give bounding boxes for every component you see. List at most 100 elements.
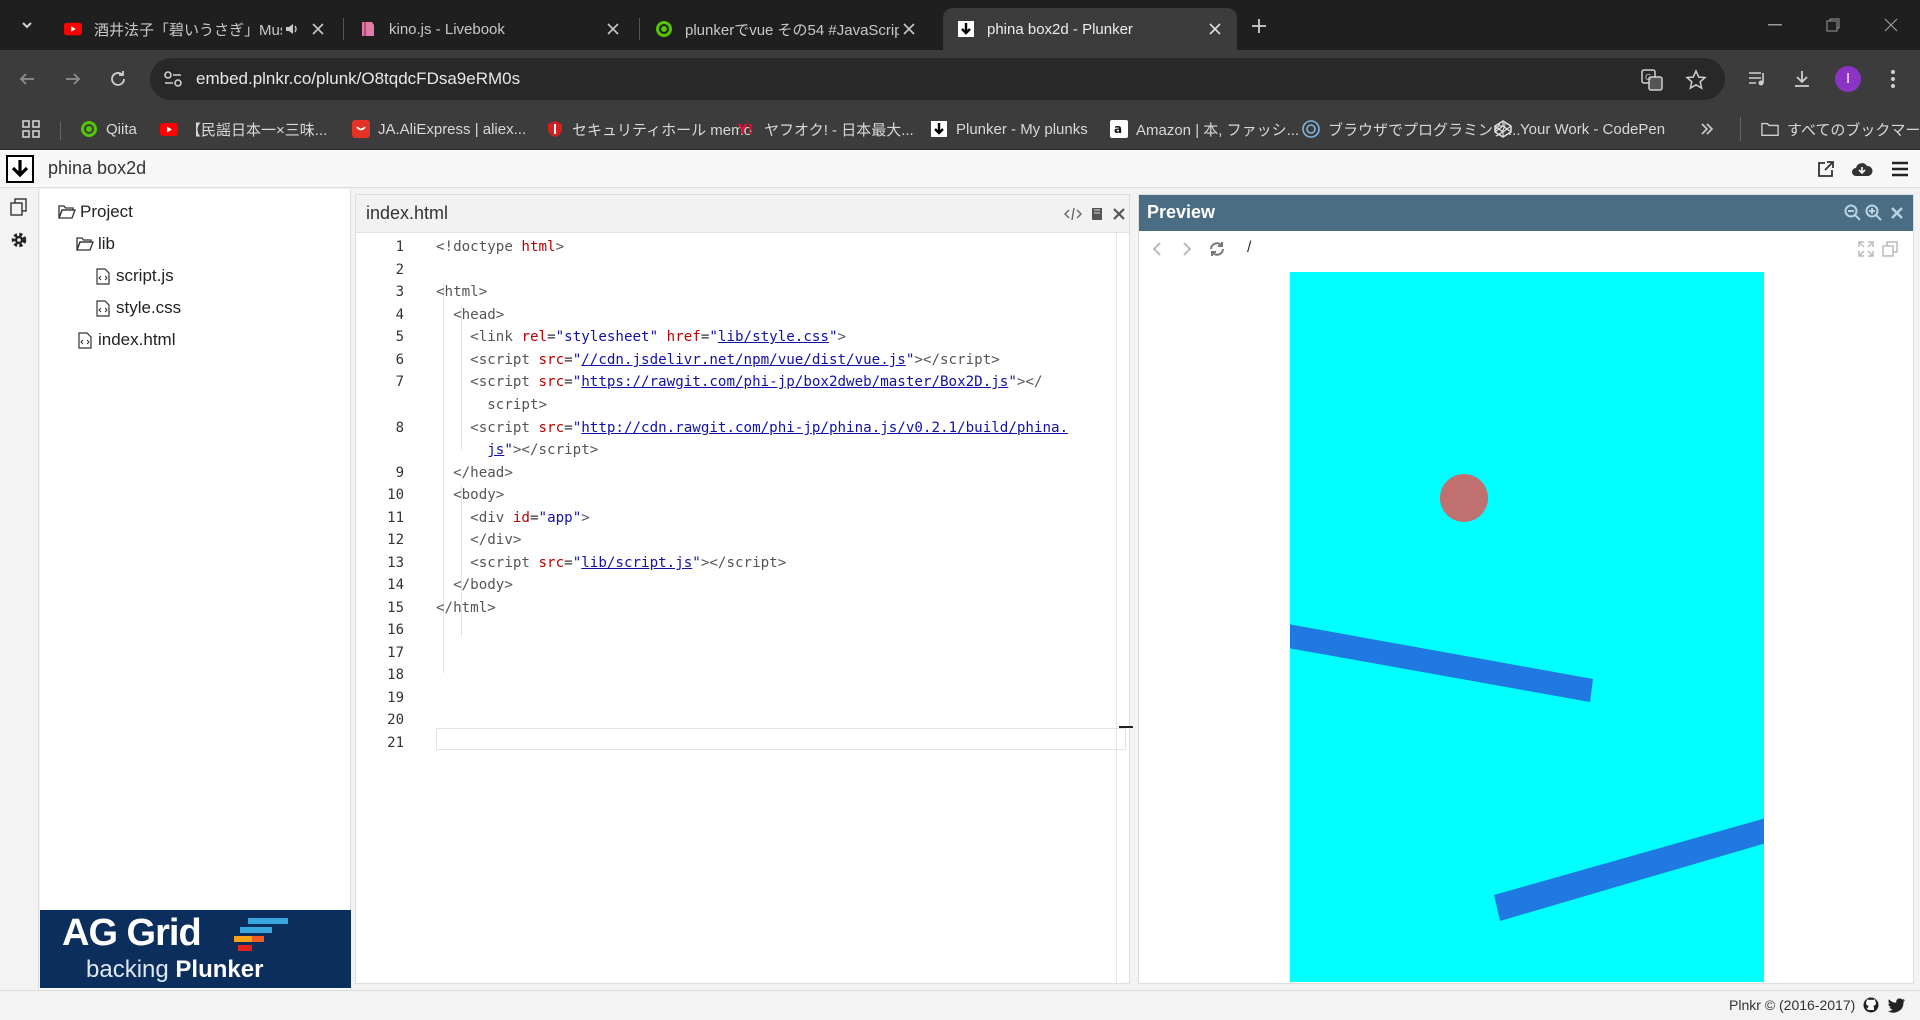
gear-icon[interactable] [8,229,30,251]
bookmarks-overflow-icon[interactable] [1700,117,1714,141]
minimize-icon[interactable] [1760,12,1790,38]
code-line: <link rel="stylesheet" href="lib/style.c… [470,329,847,345]
apps-grid-icon[interactable] [22,117,40,141]
preview-forward-icon[interactable] [1177,239,1197,259]
preview-refresh-icon[interactable] [1207,239,1227,259]
audio-playing-icon[interactable] [282,19,302,39]
preview-back-icon[interactable] [1147,239,1167,259]
download-icon[interactable] [1789,66,1815,92]
tab-youtube[interactable]: 酒井法子「碧いうさぎ」Music Vide [50,8,340,50]
bookmark-codepen[interactable]: Your Work - CodePen [1494,117,1665,141]
address-toolbar: embed.plnkr.co/plunk/O8tqdcFDsa9eRM0s G … [0,50,1920,108]
close-tab-icon[interactable] [1205,19,1225,39]
preview-nav-bar: / [1139,231,1913,267]
code-line: </body> [453,577,513,593]
bookmark-plunker[interactable]: Plunker - My plunks [930,117,1088,141]
line-number: 14 [387,577,404,593]
book-icon[interactable] [1088,205,1106,223]
plunker-icon [957,20,975,38]
code-line: <script src="https://rawgit.com/phi-jp/b… [470,374,1043,390]
bookmark-youtube[interactable]: 【民謡日本一×三味... [160,117,327,141]
close-preview-icon[interactable] [1888,204,1906,222]
bookmark-yahoo-auction[interactable]: Y! ヤフオク! - 日本最大... [738,117,914,141]
tab-livebook[interactable]: kino.js - Livebook [345,8,635,50]
hamburger-menu-icon[interactable] [1889,158,1911,180]
new-tab-plus-icon[interactable] [1247,14,1271,38]
ag-grid-sponsor-ad[interactable]: AG Grid backing Plunker [40,910,351,988]
tab-plunker-active[interactable]: phina box2d - Plunker [943,8,1237,50]
preview-pane: Preview / [1138,194,1914,984]
tab-qiita[interactable]: plunkerでvue その54 #JavaScript [641,8,931,50]
editor-scrollbar[interactable] [1116,233,1117,983]
back-arrow-icon[interactable] [14,66,40,92]
line-number: 18 [387,667,404,683]
preview-path[interactable]: / [1247,239,1251,257]
menu-kebab-icon[interactable] [1880,66,1906,92]
line-number: 11 [387,510,404,526]
browser-tab-bar: 酒井法子「碧いうさぎ」Music Vide kino.js - Livebook… [0,0,1920,50]
close-tab-icon[interactable] [308,19,328,39]
preview-header: Preview [1139,195,1913,231]
bookmarks-bar: Qiita 【民謡日本一×三味... JA.AliExpress | aliex… [0,108,1920,150]
bookmark-browser-programming[interactable]: ブラウザでプログラミング... [1302,117,1521,141]
forward-arrow-icon[interactable] [60,66,86,92]
code-file-icon [76,331,94,349]
code-line: js"></script> [487,442,599,458]
translate-icon[interactable]: G [1640,68,1664,92]
cloud-download-icon[interactable] [1851,158,1873,180]
code-line: </div> [470,532,522,548]
code-line: <script src="http://cdn.rawgit.com/phi-j… [470,420,1069,436]
twitter-icon[interactable] [1888,996,1906,1014]
svg-text:G: G [1645,73,1651,82]
line-number: 6 [395,352,404,368]
aliexpress-icon [352,120,370,138]
github-icon[interactable] [1862,996,1880,1014]
plunker-header: phina box2d [0,150,1920,188]
profile-avatar[interactable]: I [1835,66,1861,92]
line-number: 10 [387,487,404,503]
url-text[interactable]: embed.plnkr.co/plunk/O8tqdcFDsa9eRM0s [196,69,520,89]
zoom-out-icon[interactable] [1844,204,1862,222]
bookmark-star-icon[interactable] [1684,68,1708,92]
site-settings-icon[interactable] [162,68,184,90]
physics-canvas[interactable] [1290,272,1764,982]
tree-folder-lib[interactable]: lib [76,234,115,254]
popout-window-icon[interactable] [1880,239,1900,259]
shield-icon [546,120,564,138]
close-tab-icon[interactable] [899,19,919,39]
restore-icon[interactable] [1818,12,1848,38]
open-external-icon[interactable] [1815,158,1837,180]
fullscreen-icon[interactable] [1856,239,1876,259]
tree-file-style-css[interactable]: style.css [94,298,181,318]
svg-text:Y!: Y! [738,123,753,137]
amazon-icon: a [1110,120,1128,138]
reload-icon[interactable] [105,66,131,92]
line-number: 20 [387,712,404,728]
bookmark-aliexpress[interactable]: JA.AliExpress | aliex... [352,117,526,141]
tree-folder-project[interactable]: Project [58,202,133,222]
code-view-icon[interactable] [1064,205,1082,223]
files-copy-icon[interactable] [8,196,30,218]
tab-title: plunkerでvue その54 #JavaScript [685,21,899,39]
bookmark-security-memo[interactable]: セキュリティホール memo [546,117,752,141]
close-window-icon[interactable] [1876,12,1906,38]
bookmark-qiita[interactable]: Qiita [80,117,137,141]
media-queue-icon[interactable] [1745,66,1771,92]
zoom-in-icon[interactable] [1865,204,1883,222]
qiita-icon [655,20,673,38]
close-tab-icon[interactable] [603,19,623,39]
tree-file-script-js[interactable]: script.js [94,266,174,286]
plunk-title: phina box2d [48,158,147,178]
plunker-logo-icon[interactable] [6,155,34,183]
line-number: 16 [387,622,404,638]
bookmark-amazon[interactable]: a Amazon | 本, ファッシ... [1110,117,1299,141]
omnibox[interactable]: embed.plnkr.co/plunk/O8tqdcFDsa9eRM0s G [150,58,1725,100]
code-line: <body> [453,487,505,503]
qiita-icon [80,120,98,138]
tree-file-index-html[interactable]: index.html [76,330,175,350]
tab-search-chevron-icon[interactable] [14,12,40,38]
code-file-icon [94,299,112,317]
all-bookmarks[interactable]: すべてのブックマーク [1740,117,1920,141]
close-pane-icon[interactable] [1110,205,1128,223]
tab-title: phina box2d - Plunker [987,20,1133,38]
